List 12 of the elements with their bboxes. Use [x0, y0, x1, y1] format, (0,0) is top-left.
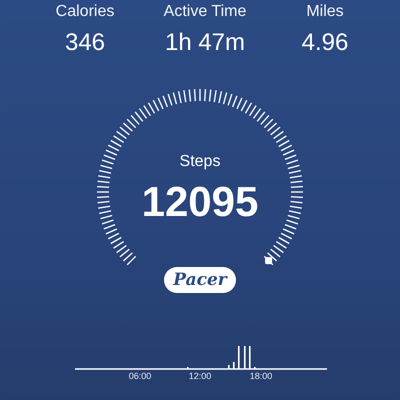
- steps-label: Steps: [180, 152, 220, 172]
- time-label: 12:00: [188, 370, 212, 380]
- step-count: 12095: [142, 178, 258, 226]
- stat-label: Calories: [56, 2, 114, 22]
- stat-label: Miles: [306, 2, 344, 22]
- time-label: 06:00: [128, 370, 152, 380]
- stat-value: 1h 47m: [164, 28, 246, 58]
- stat-label: Active Time: [164, 2, 246, 22]
- stat-value: 4.96: [302, 28, 348, 58]
- time-label: 18:00: [248, 370, 274, 380]
- logo-button[interactable]: Pacer: [164, 266, 236, 293]
- stat-value: 346: [64, 28, 106, 58]
